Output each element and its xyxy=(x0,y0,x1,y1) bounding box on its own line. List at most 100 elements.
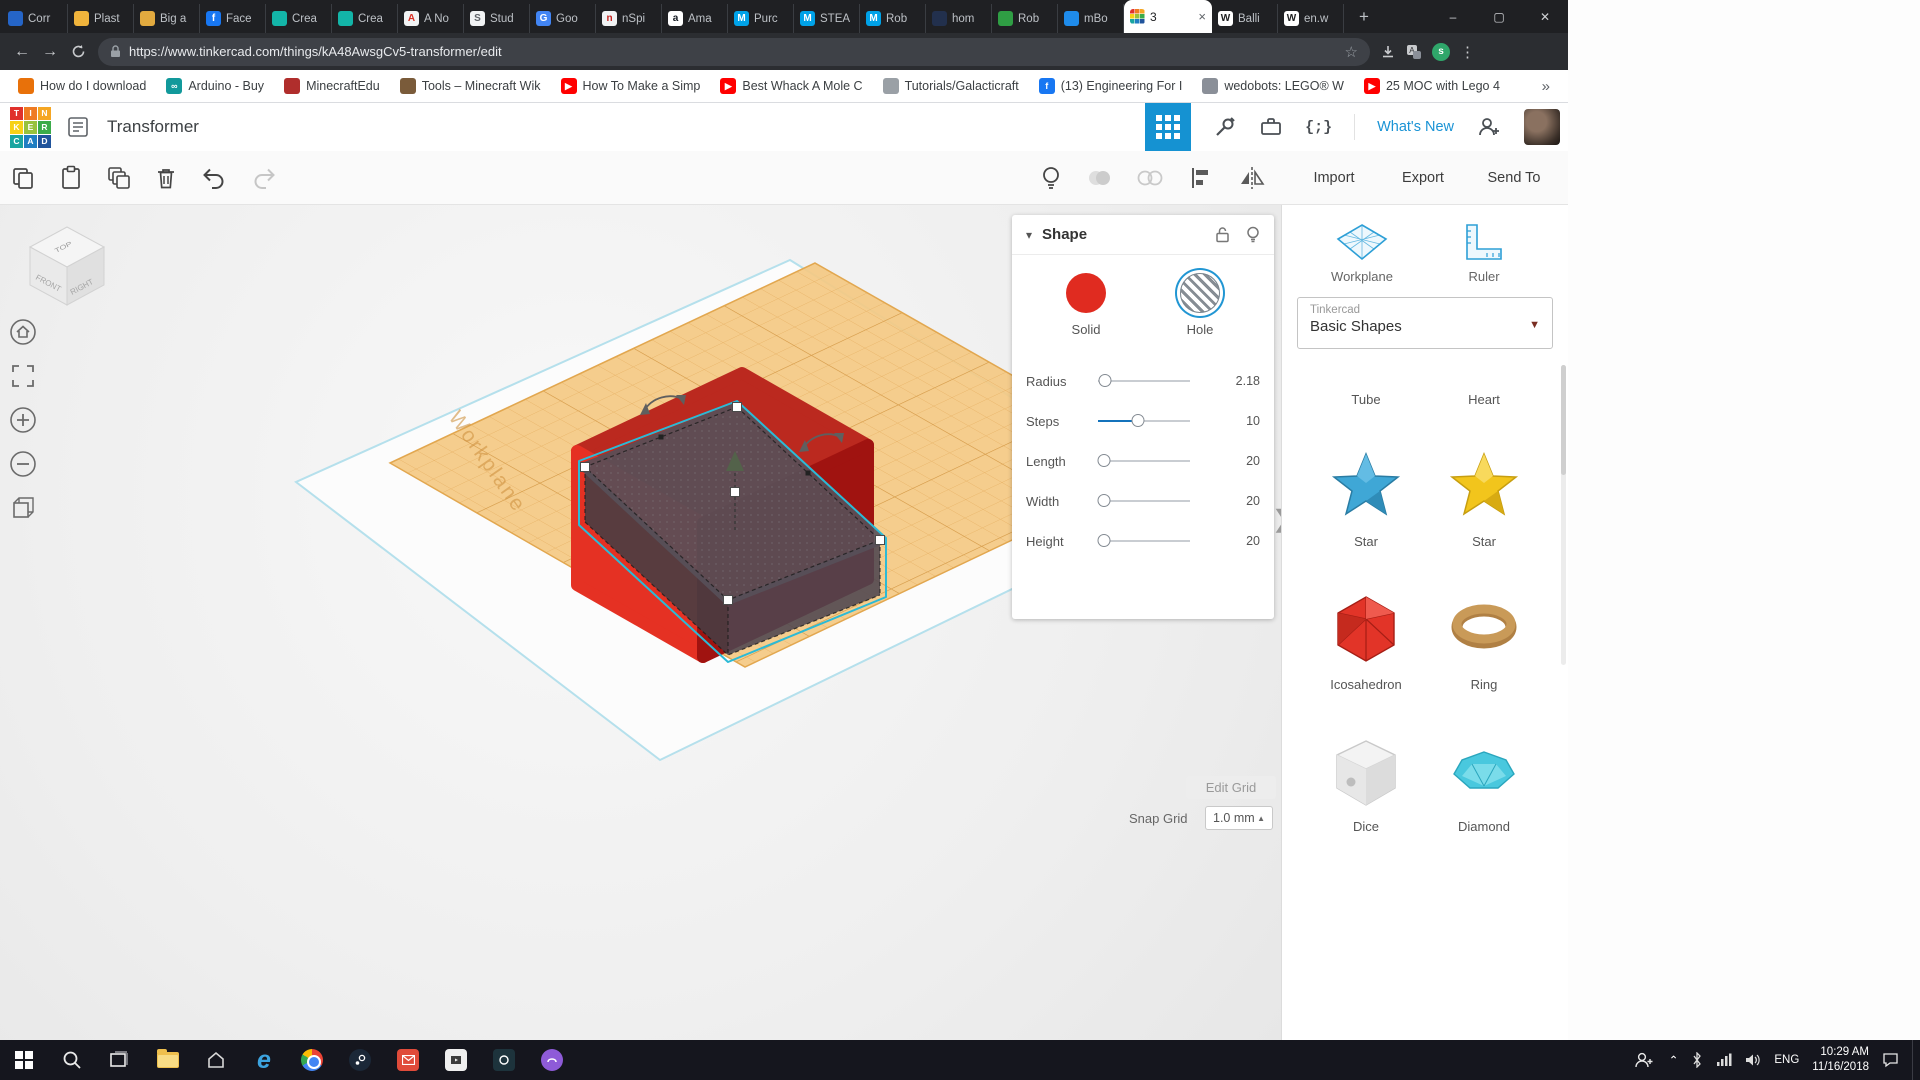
reload-icon[interactable] xyxy=(64,38,92,66)
browser-tab[interactable]: M Rob xyxy=(860,4,926,33)
window-minimize-button[interactable]: – xyxy=(1430,0,1476,33)
browser-tab[interactable]: n nSpi xyxy=(596,4,662,33)
browser-tab[interactable]: G Goo xyxy=(530,4,596,33)
window-maximize-button[interactable]: ▢ xyxy=(1476,0,1522,33)
browser-tab[interactable]: Big a xyxy=(134,4,200,33)
group-icon[interactable] xyxy=(1086,165,1112,191)
height-slider[interactable] xyxy=(1097,534,1190,548)
edit-grid-button[interactable]: Edit Grid xyxy=(1186,776,1276,799)
delete-icon[interactable] xyxy=(154,165,178,191)
hole-option[interactable]: Hole xyxy=(1160,273,1240,337)
browser-tab[interactable]: Rob xyxy=(992,4,1058,33)
shape-item-tube[interactable]: Tube xyxy=(1316,391,1416,409)
slider-knob[interactable] xyxy=(1097,494,1111,507)
ungroup-icon[interactable] xyxy=(1136,165,1164,191)
network-tray-icon[interactable] xyxy=(1716,1053,1732,1067)
canvas-3d-viewport[interactable]: Workplane TOP FRONT RIGHT ▾ Shape Solid … xyxy=(0,205,1281,1040)
briefcase-icon[interactable] xyxy=(1259,115,1283,139)
capture-app-icon[interactable] xyxy=(480,1040,528,1080)
bookmark-star-icon[interactable]: ☆ xyxy=(1345,43,1358,61)
shape-item-star-yellow[interactable]: Star xyxy=(1434,450,1534,549)
browser-tab[interactable]: A A No xyxy=(398,4,464,33)
invite-person-icon[interactable] xyxy=(1476,115,1502,139)
bookmark-item[interactable]: Tutorials/Galacticraft xyxy=(875,74,1027,98)
edge-icon[interactable]: e xyxy=(240,1040,288,1080)
browser-tab-active[interactable]: 3 × xyxy=(1124,0,1212,33)
panel-collapse-caret-icon[interactable]: ▾ xyxy=(1026,228,1032,242)
browser-menu-icon[interactable]: ⋮ xyxy=(1460,43,1475,61)
slider-knob[interactable] xyxy=(1097,454,1111,467)
paste-icon[interactable] xyxy=(58,165,84,191)
new-tab-button[interactable]: + xyxy=(1350,3,1378,31)
shape-item-heart[interactable]: Heart xyxy=(1434,391,1534,409)
undo-icon[interactable] xyxy=(200,165,228,191)
tinkercad-logo[interactable]: T I N K E R C A D xyxy=(10,106,51,148)
show-desktop-button[interactable] xyxy=(1912,1040,1916,1080)
browser-tab[interactable]: W Balli xyxy=(1212,4,1278,33)
browser-tab[interactable]: M STEA xyxy=(794,4,860,33)
tab-close-icon[interactable]: × xyxy=(1198,9,1206,24)
task-view-button[interactable] xyxy=(96,1040,144,1080)
slider-knob[interactable] xyxy=(1131,414,1145,427)
dashboard-grid-button[interactable] xyxy=(1145,103,1192,151)
design-title[interactable]: Transformer xyxy=(107,117,199,137)
codeblocks-icon[interactable]: {;} xyxy=(1305,119,1332,136)
view-cube[interactable]: TOP FRONT RIGHT xyxy=(28,226,106,306)
export-button[interactable]: Export xyxy=(1386,151,1460,205)
ruler-tool[interactable]: Ruler xyxy=(1434,221,1534,284)
steam-icon[interactable] xyxy=(336,1040,384,1080)
lock-icon[interactable] xyxy=(1215,226,1230,243)
slider-knob[interactable] xyxy=(1098,374,1112,387)
browser-tab[interactable]: f Face xyxy=(200,4,266,33)
browser-tab[interactable]: hom xyxy=(926,4,992,33)
import-button[interactable]: Import xyxy=(1296,151,1372,205)
width-slider[interactable] xyxy=(1097,494,1190,508)
start-button[interactable] xyxy=(0,1040,48,1080)
bookmark-item[interactable]: Tools – Minecraft Wik xyxy=(392,74,549,98)
chrome-icon[interactable] xyxy=(288,1040,336,1080)
shape-item-icosahedron[interactable]: Icosahedron xyxy=(1316,595,1416,692)
extension-icon[interactable]: s xyxy=(1432,42,1450,61)
browser-tab[interactable]: Crea xyxy=(332,4,398,33)
browser-tab[interactable]: Crea xyxy=(266,4,332,33)
sidebar-collapse-button[interactable]: ❯ xyxy=(1272,505,1281,534)
shape-category-dropdown[interactable]: Tinkercad Basic Shapes ▼ xyxy=(1297,297,1553,349)
zoom-out-button[interactable] xyxy=(8,449,38,479)
user-avatar[interactable] xyxy=(1524,109,1560,145)
game-app-icon[interactable] xyxy=(528,1040,576,1080)
browser-tab[interactable]: S Stud xyxy=(464,4,530,33)
bookmark-item[interactable]: How do I download xyxy=(10,74,154,98)
fit-view-button[interactable] xyxy=(8,361,38,391)
forward-icon[interactable]: → xyxy=(36,38,64,66)
browser-tab[interactable]: a Ama xyxy=(662,4,728,33)
video-app-icon[interactable] xyxy=(432,1040,480,1080)
steps-slider[interactable] xyxy=(1098,414,1190,428)
copy-icon[interactable] xyxy=(10,165,36,191)
url-field[interactable]: https://www.tinkercad.com/things/kA48Aws… xyxy=(98,37,1370,66)
tray-expand-icon[interactable]: ⌃ xyxy=(1669,1053,1679,1067)
zoom-in-button[interactable] xyxy=(8,405,38,435)
shape-item-ring[interactable]: Ring xyxy=(1434,595,1534,692)
design-properties-icon[interactable] xyxy=(67,116,89,138)
bookmark-item[interactable]: MinecraftEdu xyxy=(276,74,388,98)
action-center-icon[interactable] xyxy=(1882,1052,1899,1068)
bookmark-item[interactable]: ▶ How To Make a Simp xyxy=(553,74,709,98)
slider-knob[interactable] xyxy=(1097,534,1111,547)
bookmark-item[interactable]: ▶ 25 MOC with Lego 4 xyxy=(1356,74,1508,98)
window-close-button[interactable]: ✕ xyxy=(1522,0,1568,33)
redo-icon[interactable] xyxy=(250,165,278,191)
file-explorer-icon[interactable] xyxy=(144,1040,192,1080)
browser-tab[interactable]: Corr xyxy=(2,4,68,33)
shape-item-dice[interactable]: Dice xyxy=(1316,738,1416,834)
search-button[interactable] xyxy=(48,1040,96,1080)
visibility-bulb-icon[interactable] xyxy=(1246,226,1260,243)
send-to-button[interactable]: Send To xyxy=(1472,151,1556,205)
show-all-bulb-icon[interactable] xyxy=(1040,165,1062,191)
bookmark-item[interactable]: f (13) Engineering For I xyxy=(1031,74,1191,98)
browser-tab[interactable]: mBo xyxy=(1058,4,1124,33)
tools-icon[interactable] xyxy=(1213,115,1237,139)
bookmark-item[interactable]: wedobots: LEGO® W xyxy=(1194,74,1352,98)
browser-tab[interactable]: M Purc xyxy=(728,4,794,33)
people-icon[interactable] xyxy=(1634,1051,1656,1069)
hole-swatch[interactable] xyxy=(1180,273,1220,313)
